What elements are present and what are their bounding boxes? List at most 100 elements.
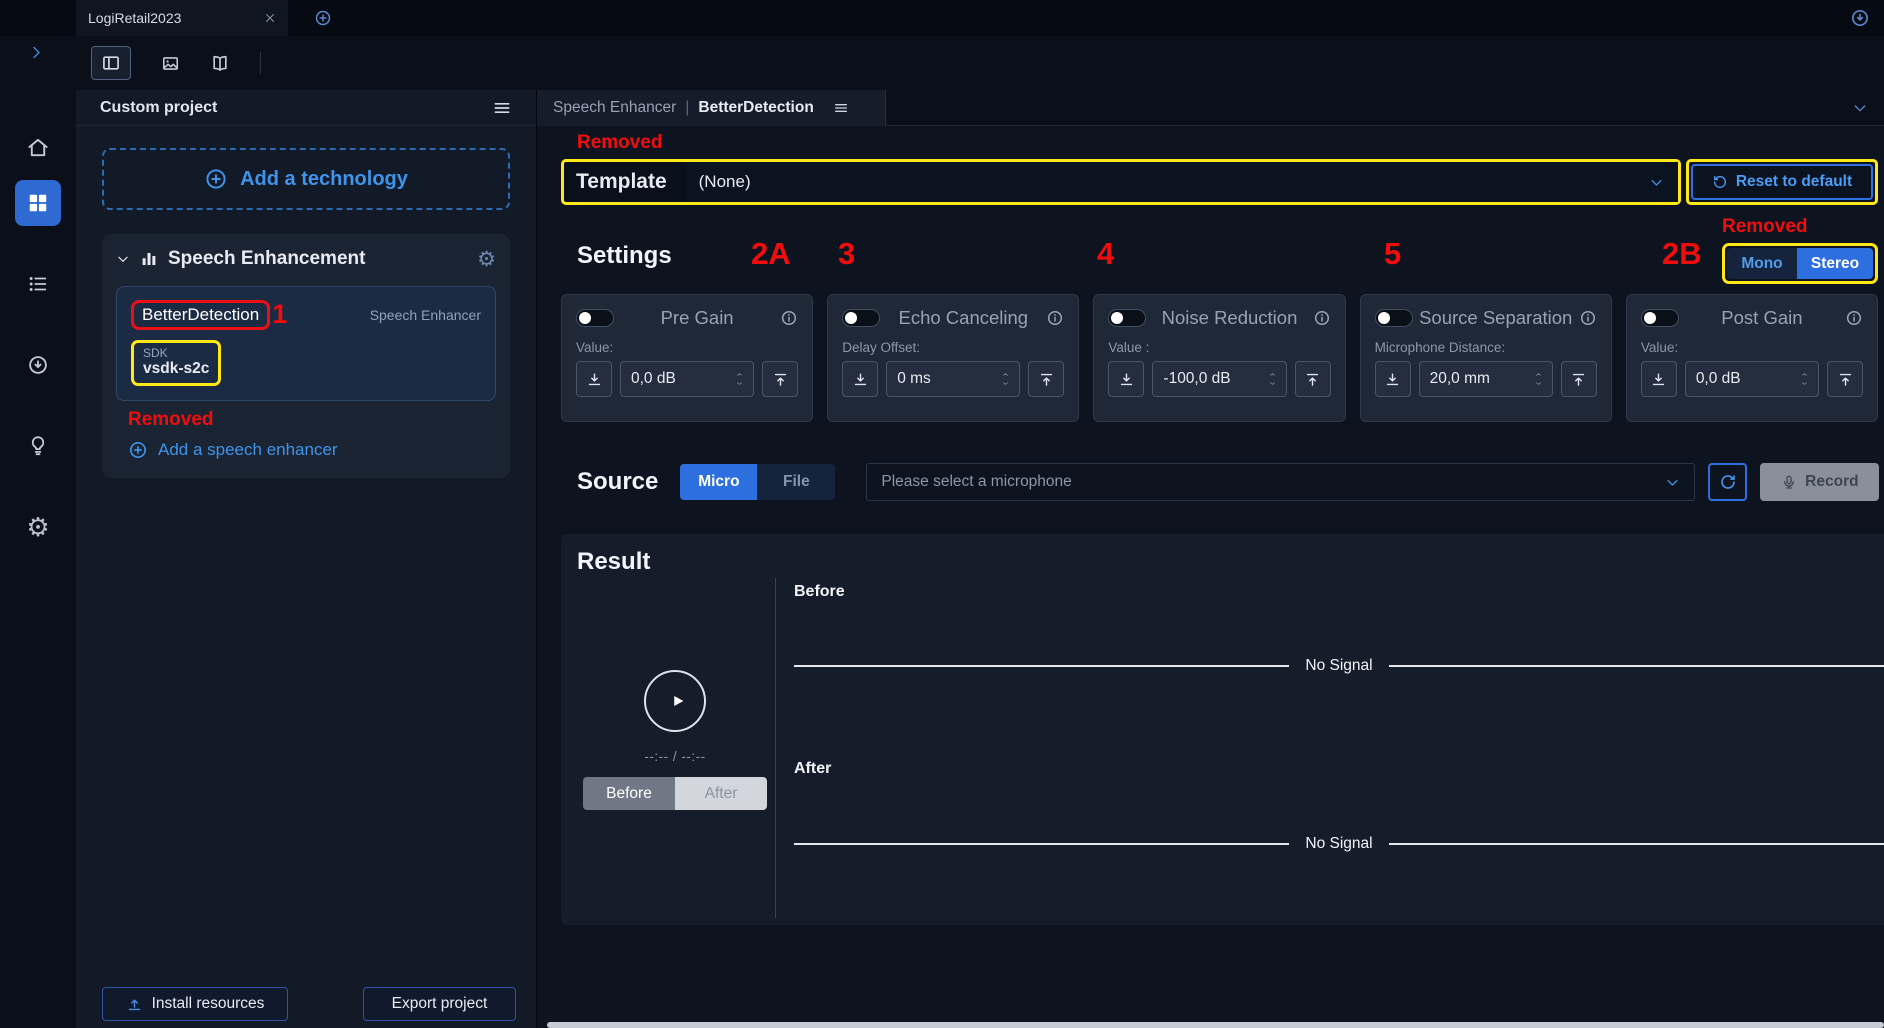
mono-toggle-button[interactable]: Mono — [1727, 248, 1797, 279]
record-button[interactable]: Record — [1760, 463, 1879, 501]
speech-enhancement-group: Speech Enhancement ⚙ BetterDetection 1 S… — [102, 234, 510, 478]
editor-tab[interactable]: Speech Enhancer | BetterDetection — [537, 90, 886, 126]
nav-tips[interactable] — [27, 434, 49, 456]
template-select[interactable]: (None) — [685, 162, 1678, 202]
project-tab[interactable]: LogiRetail2023 — [76, 0, 288, 36]
project-panel-body: Add a technology Speech Enhancement ⚙ Be… — [76, 126, 536, 478]
chevron-down-icon[interactable] — [1799, 380, 1810, 387]
add-speech-enhancer-button[interactable]: Add a speech enhancer — [128, 440, 338, 460]
horizontal-scrollbar[interactable] — [547, 1022, 1884, 1028]
card-title: Echo Canceling — [880, 307, 1046, 329]
nav-playlist[interactable] — [27, 273, 49, 295]
import-value-button[interactable] — [1375, 361, 1411, 397]
before-view-button[interactable]: Before — [583, 777, 675, 810]
editor-content: Removed Template (None) Reset to default… — [537, 126, 1884, 1028]
panel-toggle-button[interactable] — [91, 46, 131, 80]
settings-card-post-gain: Post Gain Value: 0,0 dB — [1626, 294, 1878, 422]
value-text: 20,0 mm — [1430, 370, 1490, 388]
after-view-button[interactable]: After — [675, 777, 767, 810]
value-stepper[interactable] — [998, 371, 1013, 387]
value-input[interactable]: -100,0 dB — [1152, 361, 1286, 397]
chevron-down-icon — [116, 252, 130, 266]
window-tab-bar: LogiRetail2023 — [0, 0, 1884, 36]
template-row: Template (None) Reset to default — [561, 159, 1878, 205]
download-icon[interactable] — [1850, 8, 1870, 28]
pre-gain-enable-toggle[interactable] — [576, 309, 614, 327]
info-icon[interactable] — [1845, 309, 1863, 327]
chevron-down-icon[interactable] — [1533, 380, 1544, 387]
stereo-toggle-button[interactable]: Stereo — [1797, 248, 1873, 279]
import-value-button[interactable] — [1108, 361, 1144, 397]
chevron-down-icon[interactable] — [734, 380, 745, 387]
panel-menu-icon[interactable] — [492, 98, 512, 118]
nav-settings[interactable]: ⚙ — [26, 514, 49, 540]
value-stepper[interactable] — [732, 371, 747, 387]
group-settings-icon[interactable]: ⚙ — [477, 249, 496, 270]
annotation-yellow-box-channel: Mono Stereo — [1722, 243, 1878, 284]
new-tab-icon[interactable] — [314, 9, 332, 27]
annotation-yellow-box-sdk: SDK vsdk-s2c — [131, 340, 221, 386]
enhancer-name: BetterDetection — [142, 305, 259, 324]
chevron-up-icon[interactable] — [1267, 371, 1278, 378]
export-value-button[interactable] — [1827, 361, 1863, 397]
documentation-button[interactable] — [210, 53, 230, 73]
nav-downloads[interactable] — [27, 354, 49, 376]
add-speech-enhancer-label: Add a speech enhancer — [158, 440, 338, 460]
source-type-toggle: Micro File — [680, 464, 835, 500]
install-resources-button[interactable]: Install resources — [102, 987, 288, 1021]
panel-footer: Install resources Export project — [102, 987, 516, 1021]
value-input[interactable]: 0 ms — [886, 361, 1020, 397]
value-input[interactable]: 20,0 mm — [1419, 361, 1553, 397]
close-tab-icon[interactable] — [264, 12, 276, 24]
info-icon[interactable] — [780, 309, 798, 327]
echo-canceling-enable-toggle[interactable] — [842, 309, 880, 327]
chevron-up-icon[interactable] — [1799, 371, 1810, 378]
after-waveform-label: After — [794, 760, 1884, 778]
source-separation-enable-toggle[interactable] — [1375, 309, 1413, 327]
play-button[interactable] — [644, 670, 706, 732]
value-input[interactable]: 0,0 dB — [620, 361, 754, 397]
settings-card-noise-reduction: Noise Reduction Value : -100,0 dB — [1093, 294, 1345, 422]
import-value-button[interactable] — [576, 361, 612, 397]
before-after-toggle: Before After — [583, 777, 767, 810]
expand-rail-icon[interactable] — [29, 45, 44, 60]
tab-list-chevron-icon[interactable] — [1852, 100, 1868, 116]
value-stepper[interactable] — [1531, 371, 1546, 387]
info-icon[interactable] — [1579, 309, 1597, 327]
signal-line — [1389, 843, 1884, 845]
export-value-button[interactable] — [1561, 361, 1597, 397]
editor-tab-menu-icon[interactable] — [833, 100, 849, 116]
export-value-button[interactable] — [762, 361, 798, 397]
export-icon — [1304, 371, 1321, 388]
nav-home[interactable] — [27, 136, 50, 159]
microphone-select[interactable]: Please select a microphone — [866, 463, 1695, 501]
chevron-up-icon[interactable] — [1000, 371, 1011, 378]
post-gain-enable-toggle[interactable] — [1641, 309, 1679, 327]
nav-projects[interactable] — [15, 180, 61, 226]
source-file-button[interactable]: File — [757, 464, 835, 500]
enhancer-item-card[interactable]: BetterDetection 1 Speech Enhancer SDK vs… — [116, 286, 496, 401]
add-technology-button[interactable]: Add a technology — [102, 148, 510, 210]
value-stepper[interactable] — [1797, 371, 1812, 387]
reset-to-default-button[interactable]: Reset to default — [1691, 164, 1873, 200]
noise-reduction-enable-toggle[interactable] — [1108, 309, 1146, 327]
export-value-button[interactable] — [1295, 361, 1331, 397]
source-micro-button[interactable]: Micro — [680, 464, 757, 500]
chevron-up-icon[interactable] — [1533, 371, 1544, 378]
export-value-button[interactable] — [1028, 361, 1064, 397]
chevron-down-icon[interactable] — [1000, 380, 1011, 387]
import-value-button[interactable] — [842, 361, 878, 397]
capture-button[interactable] — [161, 54, 180, 73]
refresh-devices-button[interactable] — [1708, 463, 1747, 501]
chevron-up-icon[interactable] — [734, 371, 745, 378]
import-icon — [1384, 371, 1401, 388]
value-stepper[interactable] — [1265, 371, 1280, 387]
import-value-button[interactable] — [1641, 361, 1677, 397]
export-project-button[interactable]: Export project — [363, 987, 516, 1021]
annotation-removed-channel: Removed — [1722, 216, 1808, 238]
chevron-down-icon[interactable] — [1267, 380, 1278, 387]
info-icon[interactable] — [1313, 309, 1331, 327]
value-input[interactable]: 0,0 dB — [1685, 361, 1819, 397]
group-header[interactable]: Speech Enhancement ⚙ — [116, 248, 496, 270]
info-icon[interactable] — [1046, 309, 1064, 327]
